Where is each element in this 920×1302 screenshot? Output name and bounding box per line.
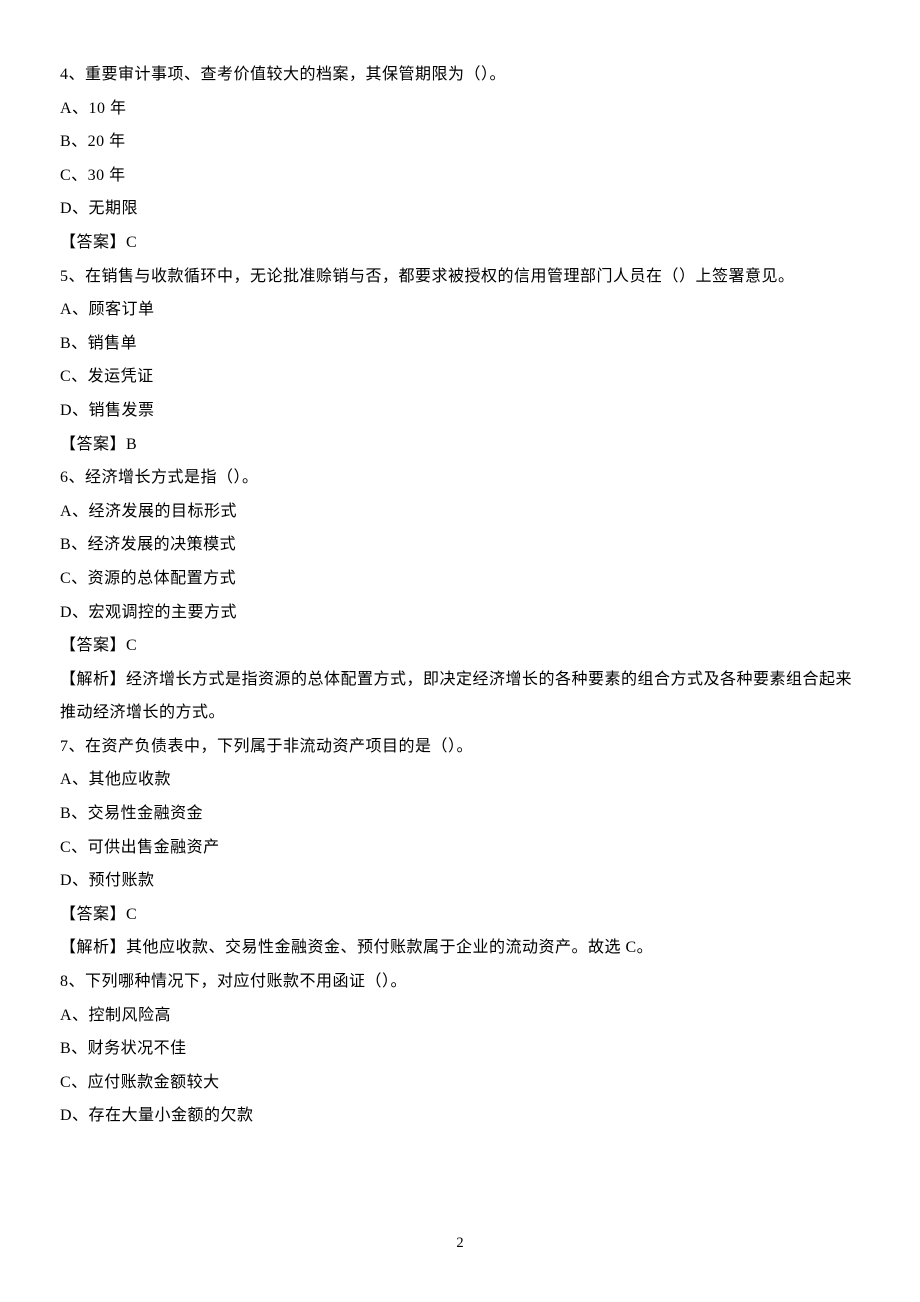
- question-option: A、顾客订单: [60, 293, 860, 327]
- question-stem: 8、下列哪种情况下，对应付账款不用函证（）。: [60, 965, 860, 999]
- question-option: B、销售单: [60, 327, 860, 361]
- question-option: A、其他应收款: [60, 763, 860, 797]
- question-option: B、财务状况不佳: [60, 1032, 860, 1066]
- question-option: C、可供出售金融资产: [60, 831, 860, 865]
- question-option: D、存在大量小金额的欠款: [60, 1099, 860, 1133]
- question-answer: 【答案】C: [60, 226, 860, 260]
- question-stem: 5、在销售与收款循环中，无论批准赊销与否，都要求被授权的信用管理部门人员在（）上…: [60, 260, 860, 294]
- question-stem: 7、在资产负债表中，下列属于非流动资产项目的是（）。: [60, 730, 860, 764]
- question-option: C、资源的总体配置方式: [60, 562, 860, 596]
- question-option: B、交易性金融资金: [60, 797, 860, 831]
- question-answer: 【答案】C: [60, 898, 860, 932]
- page-number: 2: [0, 1228, 920, 1258]
- question-option: B、20 年: [60, 125, 860, 159]
- question-stem: 4、重要审计事项、查考价值较大的档案，其保管期限为（）。: [60, 58, 860, 92]
- question-explain: 【解析】其他应收款、交易性金融资金、预付账款属于企业的流动资产。故选 C。: [60, 931, 860, 965]
- question-option: A、控制风险高: [60, 999, 860, 1033]
- question-answer: 【答案】C: [60, 629, 860, 663]
- question-option: C、30 年: [60, 159, 860, 193]
- question-option: D、预付账款: [60, 864, 860, 898]
- question-option: C、发运凭证: [60, 360, 860, 394]
- question-option: D、宏观调控的主要方式: [60, 596, 860, 630]
- question-option: D、销售发票: [60, 394, 860, 428]
- question-stem: 6、经济增长方式是指（）。: [60, 461, 860, 495]
- question-option: A、10 年: [60, 92, 860, 126]
- question-option: D、无期限: [60, 192, 860, 226]
- question-answer: 【答案】B: [60, 428, 860, 462]
- question-option: A、经济发展的目标形式: [60, 495, 860, 529]
- question-option: B、经济发展的决策模式: [60, 528, 860, 562]
- question-option: C、应付账款金额较大: [60, 1066, 860, 1100]
- question-explain: 【解析】经济增长方式是指资源的总体配置方式，即决定经济增长的各种要素的组合方式及…: [60, 663, 860, 730]
